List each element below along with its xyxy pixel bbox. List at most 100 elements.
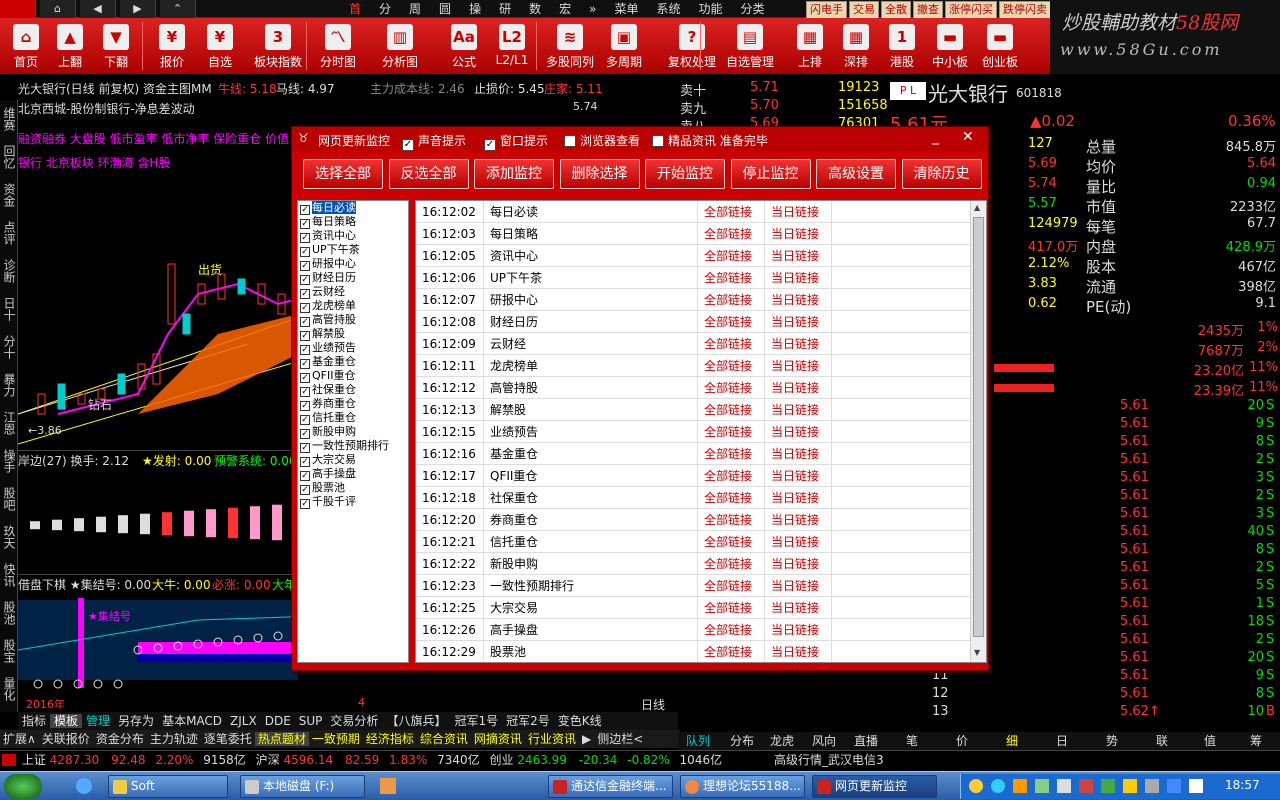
extension-tab[interactable]: ▶	[579, 732, 594, 746]
extension-tab[interactable]: 主力轨迹	[147, 732, 201, 746]
checkbox-icon[interactable]: ✓	[300, 359, 310, 369]
link-all[interactable]: 全部链接	[698, 355, 765, 377]
dialog-button-6[interactable]: 高级设置	[816, 159, 896, 189]
menu-item-fen[interactable]: 分	[370, 0, 400, 18]
link-all[interactable]: 全部链接	[698, 465, 765, 487]
link-today[interactable]: 当日链接	[765, 421, 832, 443]
volume-icon[interactable]	[1057, 779, 1071, 793]
link-today[interactable]: 当日链接	[765, 531, 832, 553]
opt-window[interactable]: ✓ 窗口提示	[484, 132, 548, 151]
dialog-button-4[interactable]: 开始监控	[645, 159, 725, 189]
link-all[interactable]: 全部链接	[698, 509, 765, 531]
flash-trade-button[interactable]: 闪电手	[806, 1, 847, 19]
link-today[interactable]: 当日链接	[765, 223, 832, 245]
link-today[interactable]: 当日链接	[765, 289, 832, 311]
link-all[interactable]: 全部链接	[698, 575, 765, 597]
log-list[interactable]: 16:12:02 每日必读 全部链接 当日链接 16:12:03 每日策略 全部链接 当日链接…	[415, 200, 987, 663]
link-today[interactable]: 当日链接	[765, 201, 832, 223]
dialog-button-7[interactable]: 清除历史	[901, 159, 982, 189]
tray-icon[interactable]	[1013, 779, 1027, 793]
quote-tab[interactable]: 值	[1204, 732, 1216, 750]
link-all[interactable]: 全部链接	[698, 333, 765, 355]
link-today[interactable]: 当日链接	[765, 553, 832, 575]
link-today[interactable]: 当日链接	[765, 619, 832, 641]
link-all[interactable]: 全部链接	[698, 201, 765, 223]
task-disk[interactable]: 本地磁盘 (F:)	[240, 775, 365, 798]
category-item[interactable]: ✓ 高管持股	[298, 313, 408, 327]
indicator-tab[interactable]: ZJLX	[226, 714, 261, 728]
extension-tab[interactable]: 逐笔委托	[201, 732, 255, 746]
tray-icon[interactable]	[1189, 779, 1203, 793]
checkbox-icon[interactable]: ✓	[300, 261, 310, 271]
checkbox-icon[interactable]: ✓	[300, 499, 310, 509]
minimize-icon[interactable]: _	[932, 129, 939, 145]
link-today[interactable]: 当日链接	[765, 333, 832, 355]
toolbar-calendar-button[interactable]: 3 板块指数	[248, 18, 308, 74]
vtab-item[interactable]: 分十	[0, 328, 18, 366]
checkbox-icon[interactable]: ✓	[300, 247, 310, 257]
quote-tab[interactable]: 细	[1006, 732, 1018, 750]
extension-tab[interactable]: 综合资讯	[417, 732, 471, 746]
indicator-tab[interactable]: 【八旗兵】	[382, 714, 450, 728]
indicator-tab[interactable]: 模板	[50, 714, 83, 728]
extension-tab[interactable]: 扩展∧	[0, 732, 39, 746]
checkbox-icon[interactable]: ✓	[300, 205, 310, 215]
category-item[interactable]: ✓ 高手操盘	[298, 467, 408, 481]
checkbox-icon[interactable]: ✓	[300, 219, 310, 229]
category-item[interactable]: ✓ 研报中心	[298, 257, 408, 271]
log-row[interactable]: 16:12:22 新股申购 全部链接 当日链接	[416, 553, 971, 575]
toolbar-bar-button[interactable]: ▦ 深排	[836, 18, 876, 74]
checkbox-icon[interactable]: ✓	[300, 373, 310, 383]
log-row[interactable]: 16:12:23 一致性预期排行 全部链接 当日链接	[416, 575, 971, 597]
indicator-tab[interactable]: 交易分析	[326, 714, 382, 728]
toolbar-bar-button[interactable]: ▦ 上排	[790, 18, 830, 74]
quote-tab[interactable]: 龙虎	[770, 732, 794, 750]
opt-sound[interactable]: ✓ 声音提示	[402, 132, 466, 151]
toolbar-formula-button[interactable]: Aa 公式	[444, 18, 484, 74]
task-monitor[interactable]: 网页更新监控	[812, 775, 937, 798]
scroll-down-icon[interactable]: ▼	[974, 648, 980, 657]
log-row[interactable]: 16:12:20 券商重仓 全部链接 当日链接	[416, 509, 971, 531]
log-row[interactable]: 16:12:07 研报中心 全部链接 当日链接	[416, 289, 971, 311]
up-nav-button[interactable]: ⌃	[160, 0, 196, 18]
tray-icon[interactable]	[969, 779, 983, 793]
menu-item-xitong[interactable]: 系统	[647, 0, 689, 18]
vtab-item[interactable]: 日十	[0, 290, 18, 328]
link-all[interactable]: 全部链接	[698, 245, 765, 267]
vtab-item[interactable]: 江恩正冲	[0, 404, 18, 442]
toolbar-period-button[interactable]: ▣ 多周期	[604, 18, 644, 74]
log-row[interactable]: 16:12:16 基金重仓 全部链接 当日链接	[416, 443, 971, 465]
category-item[interactable]: ✓ 社保重仓	[298, 383, 408, 397]
category-item[interactable]: ✓ QFII重仓	[298, 369, 408, 383]
extension-tab[interactable]: 经济指标	[363, 732, 417, 746]
extension-tab[interactable]: 热点题材	[254, 732, 309, 746]
link-today[interactable]: 当日链接	[765, 443, 832, 465]
cancel-check-button[interactable]: 撤查	[913, 1, 943, 19]
indicator-tab[interactable]: 管理	[82, 714, 114, 728]
category-list[interactable]: ✓ 每日必读 ✓ 每日策略 ✓ 资讯中心 ✓ UP下午茶 ✓ 研报中心 ✓ 财经日历 ✓ 云财经 ✓ 龙虎榜单…	[297, 200, 409, 663]
log-row[interactable]: 16:12:18 社保重仓 全部链接 当日链接	[416, 487, 971, 509]
dialog-button-1[interactable]: 反选全部	[388, 159, 469, 189]
extension-tab[interactable]: 资金分布	[93, 732, 147, 746]
category-item[interactable]: ✓ 一致性预期排行	[298, 439, 408, 453]
scroll-thumb[interactable]	[973, 217, 984, 637]
vtab-item[interactable]: 诊断	[0, 252, 18, 290]
all-sell-button[interactable]: 全散	[881, 1, 911, 19]
indicator-tab[interactable]: SUP	[295, 714, 327, 728]
vtab-item[interactable]: 暴力	[0, 366, 18, 404]
extension-tab[interactable]: 关联报价	[39, 732, 93, 746]
link-all[interactable]: 全部链接	[698, 531, 765, 553]
close-icon[interactable]: ✕	[962, 129, 974, 145]
trade-button[interactable]: 交易	[849, 1, 879, 19]
log-row[interactable]: 16:12:15 业绩预告 全部链接 当日链接	[416, 421, 971, 443]
tray-icon[interactable]	[1167, 779, 1181, 793]
category-item[interactable]: ✓ 资讯中心	[298, 229, 408, 243]
category-item[interactable]: ✓ 信托重仓	[298, 411, 408, 425]
link-today[interactable]: 当日链接	[765, 267, 832, 289]
task-tdx[interactable]: 通达信金融终端...	[548, 775, 673, 798]
toolbar-board-button[interactable]: ▬ 中小板	[930, 18, 970, 74]
checkbox-icon[interactable]: ✓	[300, 457, 310, 467]
menu-item-hong[interactable]: 宏	[550, 0, 580, 18]
category-item[interactable]: ✓ 新股申购	[298, 425, 408, 439]
checkbox-icon[interactable]: ✓	[300, 401, 310, 411]
